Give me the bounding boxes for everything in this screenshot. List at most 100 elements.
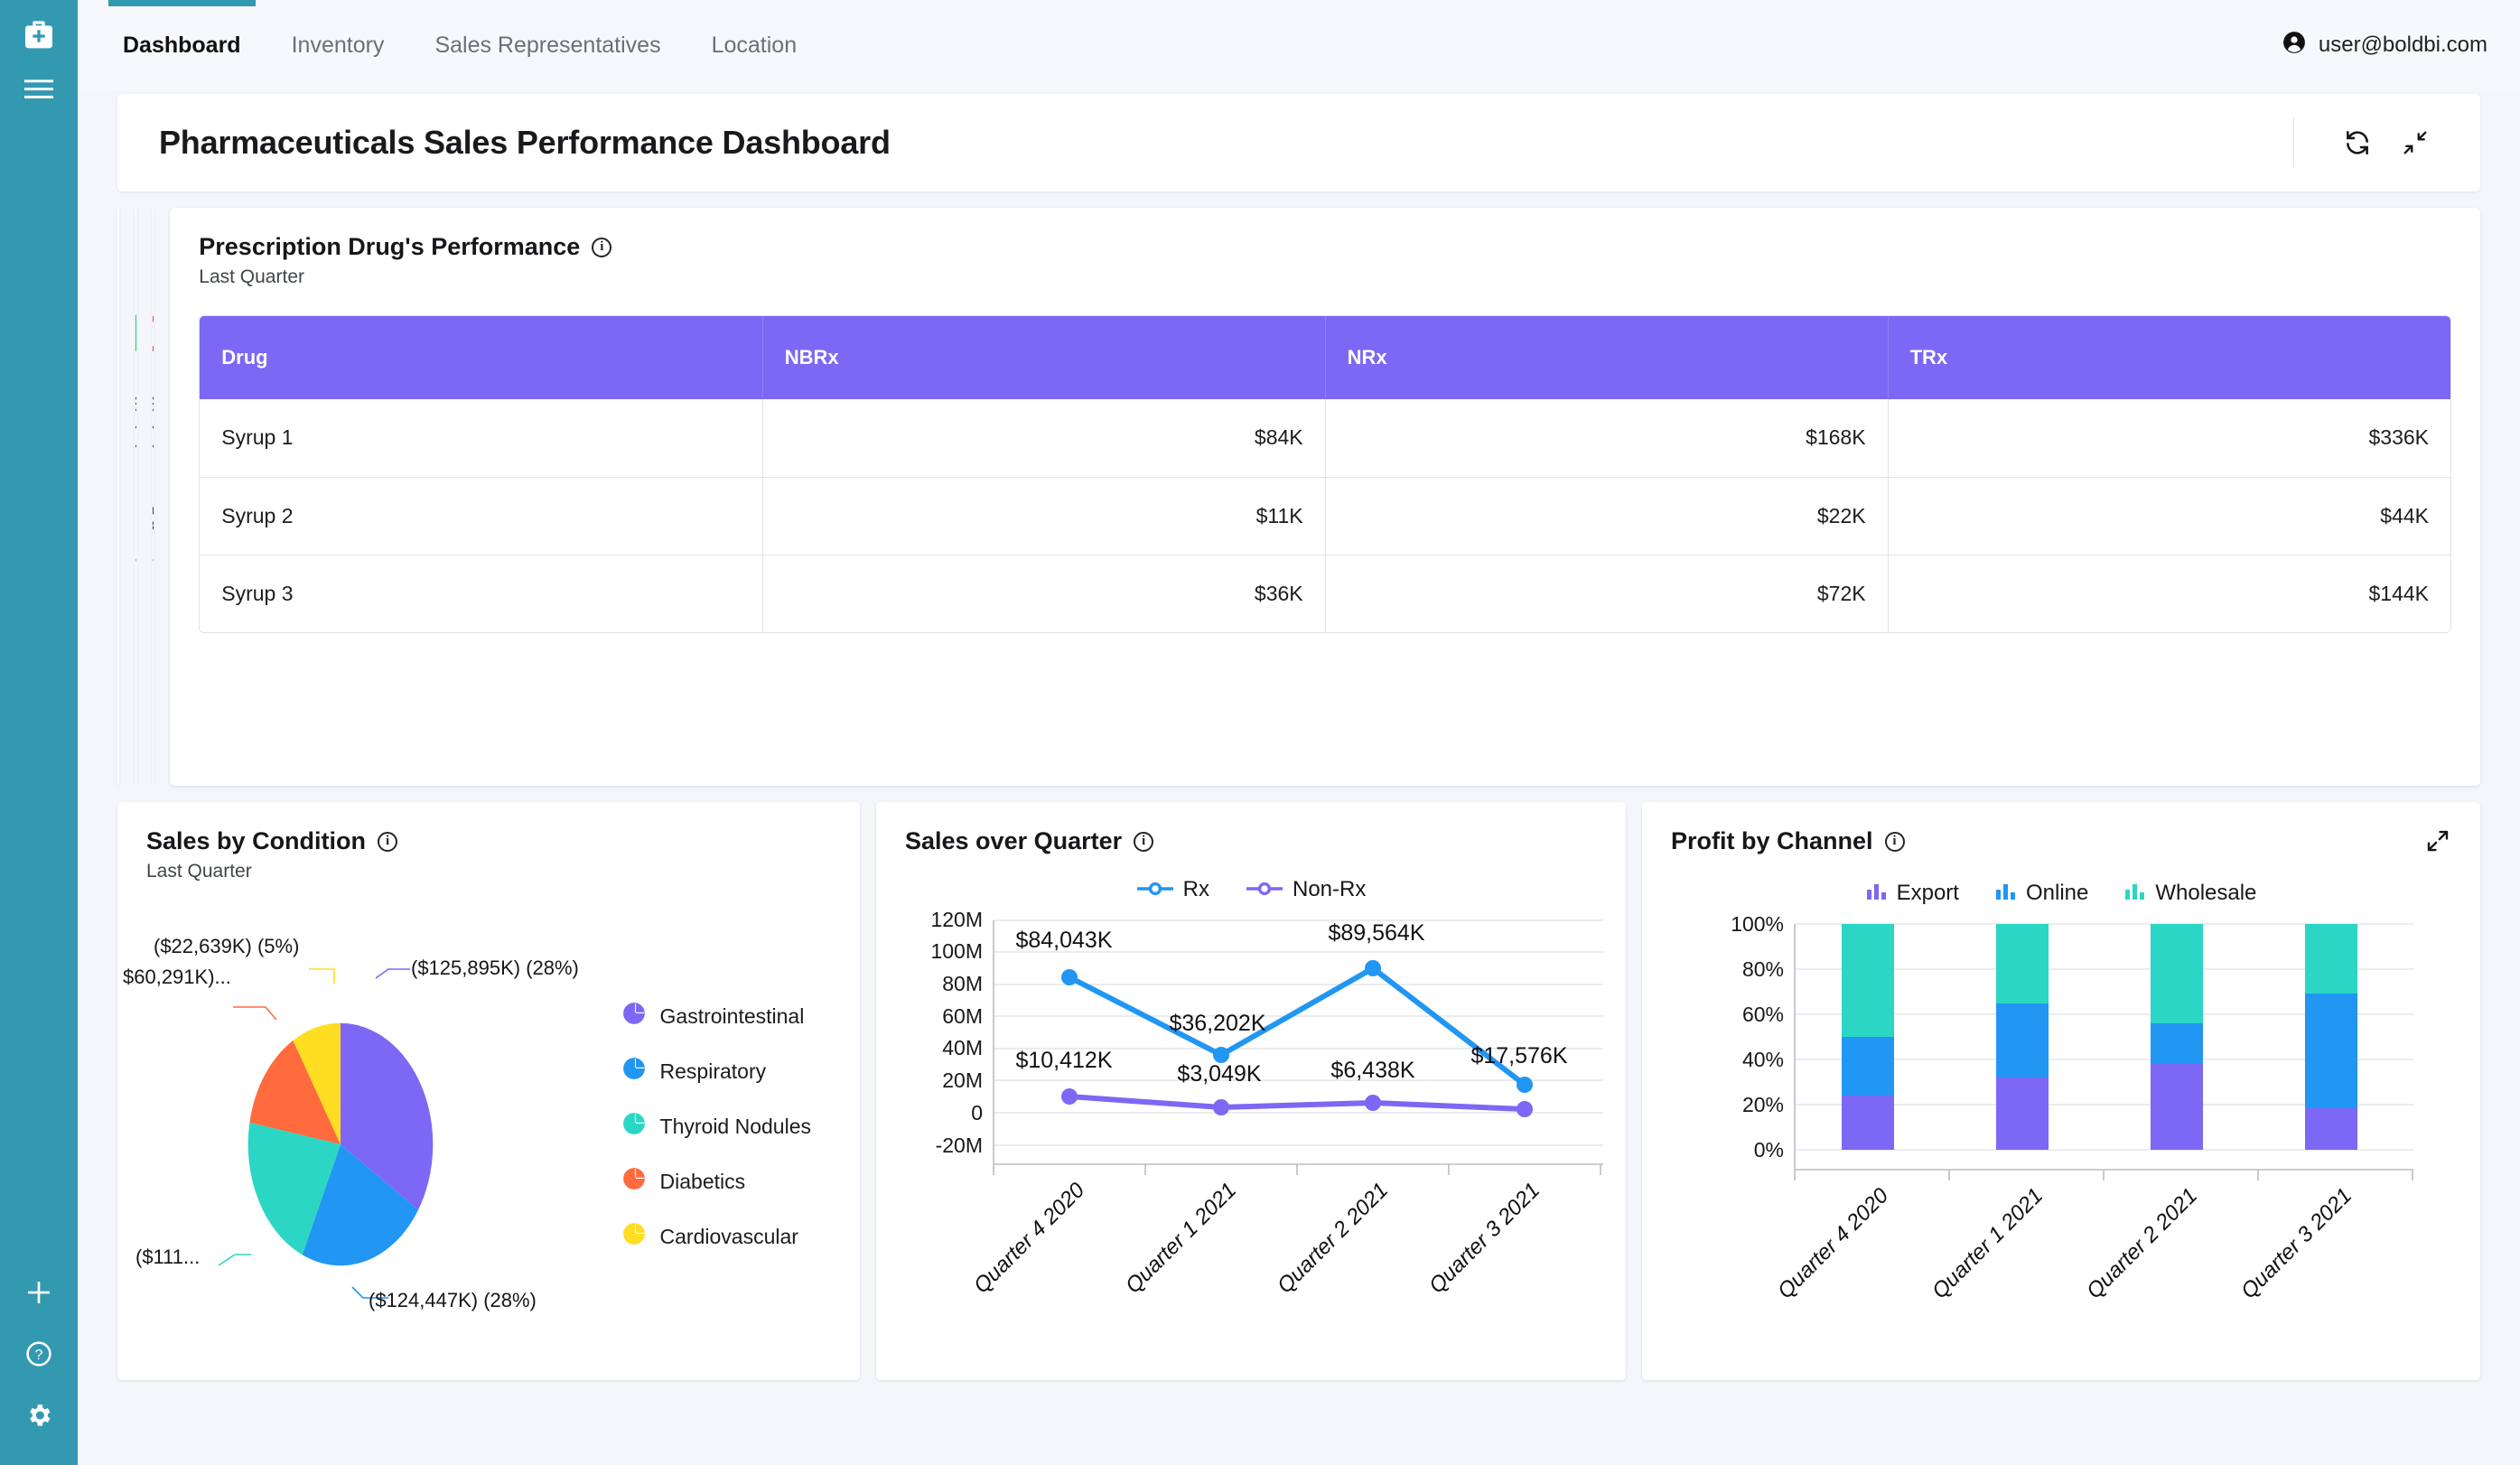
legend-label: Thyroid Nodules xyxy=(659,1114,811,1138)
medical-kit-icon[interactable] xyxy=(15,13,62,60)
pie-callout-thyroid-nodules: ($111... xyxy=(135,1246,201,1268)
user-menu[interactable]: user@boldbi.com xyxy=(2282,0,2487,90)
widget-non-rx-drug-kpi: Non-... i -10% Quarter 2 2021 xyxy=(153,208,154,786)
data-label-non-rx-q1-2021: $3,049K xyxy=(1177,1061,1261,1087)
info-icon[interactable]: i xyxy=(1884,831,1905,852)
cell-nrx: $72K xyxy=(1325,554,1889,632)
legend-item-cardiovascular[interactable]: Cardiovascular xyxy=(622,1222,811,1251)
expand-arrows-icon[interactable] xyxy=(2424,827,2451,859)
legend-item-respiratory[interactable]: Respiratory xyxy=(622,1057,811,1086)
pie-slices[interactable] xyxy=(247,1022,434,1266)
x-label-q3-2021: Quarter 3 2021 xyxy=(1424,1178,1545,1298)
table-row[interactable]: Syrup 1 $84K $168K $336K xyxy=(200,399,2450,477)
tab-sales-representatives[interactable]: Sales Representatives xyxy=(409,0,686,90)
rx-drug-period: Quarter 2 2021 xyxy=(135,386,136,454)
gear-icon[interactable] xyxy=(15,1393,62,1438)
svg-text:60%: 60% xyxy=(1742,1003,1784,1026)
profit-by-channel-title: Profit by Channel xyxy=(1671,827,1873,854)
x-label-q3-2021: Quarter 3 2021 xyxy=(2236,1183,2357,1303)
line-x-labels: Quarter 4 2020 Quarter 1 2021 Quarter 2 … xyxy=(969,1178,1545,1299)
svg-text:80M: 80M xyxy=(942,972,983,995)
legend-item-wholesale[interactable]: Wholesale xyxy=(2124,881,2256,906)
widget-sales-by-state: Sales by State i xyxy=(117,208,120,786)
svg-text:120M: 120M xyxy=(930,908,983,931)
nav-tab-list: Dashboard Inventory Sales Representative… xyxy=(98,0,822,90)
rx-drug-header: Rx Dr... i xyxy=(135,208,136,261)
line-chart-svg[interactable]: 120M 100M 80M 60M 40M 20M 0 -20M $84,043… xyxy=(876,902,1626,1372)
legend-item-thyroid-nodules[interactable]: Thyroid Nodules xyxy=(622,1112,811,1141)
column-header-nbrx[interactable]: NBRx xyxy=(762,316,1326,399)
legend-item-gastrointestinal[interactable]: Gastrointestinal xyxy=(622,1002,811,1031)
pie-callout-respiratory: ($124,447K) (28%) xyxy=(369,1289,537,1311)
sales-by-condition-header: Sales by Condition i xyxy=(117,802,860,855)
line-marker-icon xyxy=(1246,877,1283,902)
sidebar-bottom-actions: ? xyxy=(15,1270,62,1438)
pie-legend-marker-icon xyxy=(622,1222,646,1251)
cell-drug: Syrup 2 xyxy=(200,476,763,555)
info-icon[interactable]: i xyxy=(1134,831,1154,852)
legend-item-export[interactable]: Export xyxy=(1866,881,1959,906)
data-label-rx-q1-2021: $36,202K xyxy=(1169,1011,1265,1036)
help-circle-icon[interactable]: ? xyxy=(15,1331,62,1376)
legend-label: Diabetics xyxy=(659,1169,746,1193)
bar-segment-export xyxy=(2305,1108,2357,1150)
bar-segment-online xyxy=(2151,1023,2203,1064)
action-divider xyxy=(2293,118,2294,167)
table-row[interactable]: Syrup 2 $11K $22K $44K xyxy=(200,476,2451,555)
column-header-nrx[interactable]: NRx xyxy=(1325,316,1889,399)
non-rx-drug-metrics: $6,43... Sales $7,08... Target xyxy=(153,501,154,581)
column-header-drug[interactable]: Drug xyxy=(200,316,763,399)
dashboard-header: Pharmaceuticals Sales Performance Dashbo… xyxy=(117,94,2480,191)
column-header-trx[interactable]: TRx xyxy=(1888,316,2451,399)
widget-row-2: Sales by Condition i Last Quarter ($125,… xyxy=(117,802,2480,1380)
us-map[interactable]: Was... Ca... Texas Il... O... Pe... Nort… xyxy=(117,261,119,731)
cell-drug: Syrup 3 xyxy=(200,554,763,632)
bar-segment-online xyxy=(1842,1037,1894,1096)
tab-dashboard[interactable]: Dashboard xyxy=(98,0,266,90)
hamburger-menu-icon[interactable] xyxy=(15,67,62,112)
bar-stack-q1-2021[interactable] xyxy=(1996,924,2049,1150)
pie-legend-marker-icon xyxy=(622,1057,646,1086)
collapse-arrows-icon[interactable] xyxy=(2390,117,2441,168)
legend-item-non-rx[interactable]: Non-Rx xyxy=(1246,877,1366,902)
table-header: Drug NBRx NRx TRx xyxy=(200,316,2451,399)
bar-stack-q3-2021[interactable] xyxy=(2305,924,2357,1150)
prescription-header: Prescription Drug's Performance i xyxy=(170,208,2480,261)
bar-segment-export xyxy=(2151,1064,2203,1150)
info-icon[interactable]: i xyxy=(378,831,398,852)
prescription-title-row: Prescription Drug's Performance i xyxy=(199,233,612,261)
bar-chart-svg[interactable]: 100% 80% 60% 40% 20% 0% Quarter 4 2020 Q… xyxy=(1642,906,2480,1376)
table-row[interactable]: Syrup 3 $36K $72K $144K xyxy=(200,554,2451,632)
cell-drug: Syrup 1 xyxy=(200,399,763,477)
pie-chart-area: ($125,895K) (28%) ($124,447K) (28%) ($11… xyxy=(117,882,860,1370)
bar-chart-legend: Export Online Wholesale xyxy=(1642,881,2480,906)
x-label-q1-2021: Quarter 1 2021 xyxy=(1121,1178,1241,1298)
plus-icon[interactable] xyxy=(15,1270,62,1315)
bar-x-labels: Quarter 4 2020 Quarter 1 2021 Quarter 2 … xyxy=(1773,1183,2357,1304)
line-y-axis: 120M 100M 80M 60M 40M 20M 0 -20M xyxy=(930,908,983,1157)
non-rx-drug-delta-value: -10% xyxy=(153,308,154,360)
info-icon[interactable]: i xyxy=(592,237,612,257)
legend-label: Export xyxy=(1896,881,1959,905)
sales-by-condition-title: Sales by Condition xyxy=(146,827,367,854)
tab-location[interactable]: Location xyxy=(686,0,823,90)
rx-drug-target-label: Target xyxy=(135,548,136,581)
sales-by-condition-title-row: Sales by Condition i xyxy=(146,827,398,855)
tab-inventory-label: Inventory xyxy=(291,32,385,58)
legend-label: Gastrointestinal xyxy=(659,1003,805,1028)
bar-marker-icon xyxy=(2124,881,2146,906)
cell-nrx: $168K xyxy=(1325,399,1889,477)
left-sidebar: ? xyxy=(0,0,78,1465)
tab-location-label: Location xyxy=(711,32,798,58)
legend-item-diabetics[interactable]: Diabetics xyxy=(622,1167,811,1196)
refresh-icon[interactable] xyxy=(2332,117,2383,168)
bar-stack-q4-2020[interactable] xyxy=(1842,924,1894,1150)
widget-profit-by-channel: Profit by Channel i Export Online Wholes… xyxy=(1642,802,2480,1380)
legend-item-rx[interactable]: Rx xyxy=(1136,877,1209,902)
tab-inventory[interactable]: Inventory xyxy=(266,0,410,90)
svg-text:80%: 80% xyxy=(1742,957,1784,981)
legend-item-online[interactable]: Online xyxy=(1995,881,2088,906)
widget-grid: Sales by State i xyxy=(117,208,2481,1380)
us-map-svg[interactable] xyxy=(117,261,119,731)
bar-stack-q2-2021[interactable] xyxy=(2151,924,2203,1150)
